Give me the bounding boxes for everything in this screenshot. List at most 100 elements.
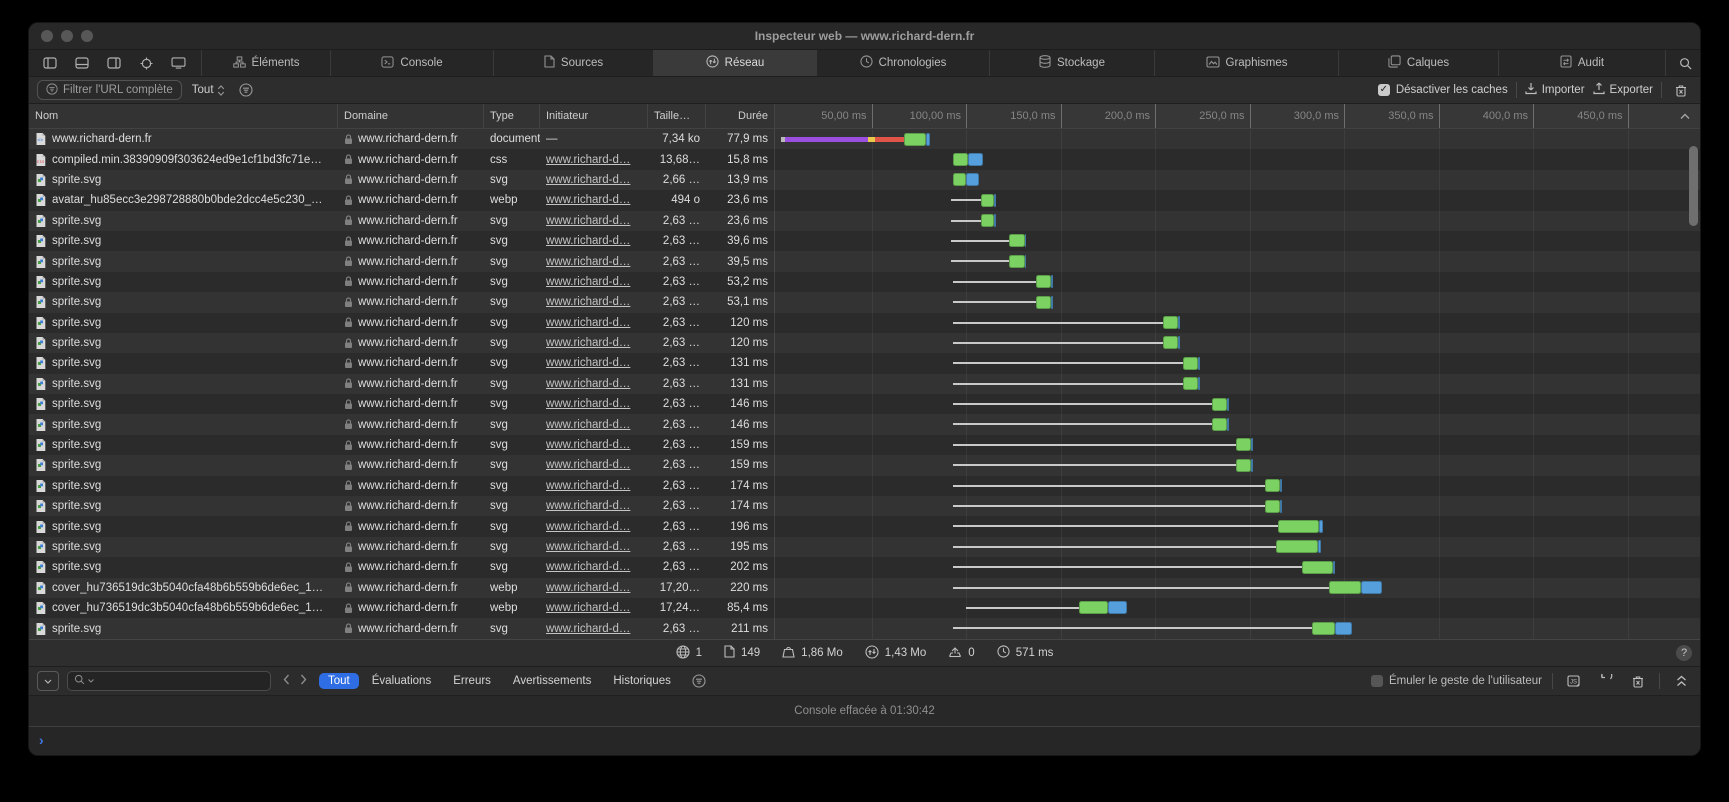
url-filter-input[interactable]: Filtrer l'URL complète — [37, 80, 182, 100]
clear-network-trash-icon[interactable] — [1670, 80, 1692, 100]
request-initiator[interactable]: www.richard-d… — [546, 521, 630, 533]
column-header-name[interactable]: Nom — [29, 104, 338, 128]
network-request-row[interactable]: sprite.svgwww.richard-dern.frsvgwww.rich… — [29, 537, 1700, 557]
tab-timelines[interactable]: Chronologies — [816, 50, 989, 76]
network-request-row[interactable]: sprite.svgwww.richard-dern.frsvgwww.rich… — [29, 313, 1700, 333]
request-initiator[interactable]: www.richard-d… — [546, 256, 630, 268]
network-request-row[interactable]: sprite.svgwww.richard-dern.frsvgwww.rich… — [29, 394, 1700, 414]
element-picker-icon[interactable] — [135, 53, 157, 73]
tab-elements[interactable]: Éléments — [201, 50, 330, 76]
export-button[interactable]: Exporter — [1593, 82, 1653, 98]
request-initiator[interactable]: www.richard-d… — [546, 480, 630, 492]
network-request-row[interactable]: sprite.svgwww.richard-dern.frsvgwww.rich… — [29, 435, 1700, 455]
dock-bottom-icon[interactable] — [71, 53, 93, 73]
network-request-row[interactable]: sprite.svgwww.richard-dern.frsvgwww.rich… — [29, 618, 1700, 638]
request-initiator[interactable]: www.richard-d… — [546, 623, 630, 635]
column-header-size[interactable]: Taille… — [648, 104, 706, 128]
request-initiator[interactable]: www.richard-d… — [546, 398, 630, 410]
collapse-waterfall-chevron-icon[interactable] — [1680, 104, 1690, 128]
request-initiator[interactable]: www.richard-d… — [546, 500, 630, 512]
request-initiator[interactable]: www.richard-d… — [546, 561, 630, 573]
console-search-input[interactable] — [67, 671, 271, 691]
request-initiator[interactable]: www.richard-d… — [546, 459, 630, 471]
console-scope-évaluations[interactable]: Évaluations — [363, 673, 440, 689]
vertical-scrollbar[interactable] — [1689, 146, 1698, 226]
resource-type-dropdown[interactable]: Tout — [192, 84, 225, 96]
gear-icon[interactable] — [1700, 53, 1701, 73]
console-mode-dropdown[interactable] — [37, 671, 59, 691]
network-request-row[interactable]: sprite.svgwww.richard-dern.frsvgwww.rich… — [29, 374, 1700, 394]
request-initiator[interactable]: www.richard-d… — [546, 357, 630, 369]
zoom-window-button[interactable] — [81, 30, 93, 42]
tab-graphics[interactable]: Graphismes — [1154, 50, 1338, 76]
request-initiator[interactable]: www.richard-d… — [546, 582, 630, 594]
network-request-row[interactable]: csscompiled.min.38390909f303624ed9e1cf1b… — [29, 149, 1700, 169]
tab-sources[interactable]: Sources — [493, 50, 653, 76]
network-request-row[interactable]: sprite.svgwww.richard-dern.frsvgwww.rich… — [29, 211, 1700, 231]
column-header-type[interactable]: Type — [484, 104, 540, 128]
clear-console-trash-icon[interactable] — [1627, 671, 1649, 691]
emulate-user-gesture-checkbox[interactable]: Émuler le geste de l'utilisateur — [1371, 675, 1542, 687]
tab-layers[interactable]: Calques — [1338, 50, 1498, 76]
network-request-row[interactable]: cover_hu736519dc3b5040cfa48b6b559b6de6ec… — [29, 598, 1700, 618]
network-request-row[interactable]: sprite.svgwww.richard-dern.frsvgwww.rich… — [29, 353, 1700, 373]
network-request-row[interactable]: sprite.svgwww.richard-dern.frsvgwww.rich… — [29, 557, 1700, 577]
dock-right-icon[interactable] — [103, 53, 125, 73]
request-initiator[interactable]: www.richard-d… — [546, 439, 630, 451]
request-initiator[interactable]: www.richard-d… — [546, 602, 630, 614]
network-request-row[interactable]: sprite.svgwww.richard-dern.frsvgwww.rich… — [29, 516, 1700, 536]
request-initiator[interactable]: www.richard-d… — [546, 276, 630, 288]
request-initiator[interactable]: www.richard-d… — [546, 154, 630, 166]
request-initiator[interactable]: www.richard-d… — [546, 174, 630, 186]
run-javascript-icon[interactable]: JS — [1563, 671, 1585, 691]
network-request-row[interactable]: <>www.richard-dern.frwww.richard-dern.fr… — [29, 129, 1700, 149]
console-prompt[interactable]: › — [29, 727, 1700, 753]
tab-audit[interactable]: Audit — [1498, 50, 1665, 76]
import-button[interactable]: Importer — [1525, 82, 1585, 98]
next-result-button[interactable] — [300, 674, 307, 688]
network-request-row[interactable]: sprite.svgwww.richard-dern.frsvgwww.rich… — [29, 292, 1700, 312]
network-request-row[interactable]: avatar_hu85ecc3e298728880b0bde2dcc4e5c23… — [29, 190, 1700, 210]
console-scope-tout[interactable]: Tout — [319, 673, 359, 689]
close-window-button[interactable] — [41, 30, 53, 42]
network-request-row[interactable]: sprite.svgwww.richard-dern.frsvgwww.rich… — [29, 170, 1700, 190]
request-initiator[interactable]: www.richard-d… — [546, 296, 630, 308]
help-button[interactable]: ? — [1676, 645, 1692, 661]
request-initiator[interactable]: www.richard-d… — [546, 194, 630, 206]
network-request-row[interactable]: sprite.svgwww.richard-dern.frsvgwww.rich… — [29, 476, 1700, 496]
network-request-row[interactable]: sprite.svgwww.richard-dern.frsvgwww.rich… — [29, 272, 1700, 292]
console-scope-erreurs[interactable]: Erreurs — [444, 673, 500, 689]
console-scope-avertissements[interactable]: Avertissements — [504, 673, 600, 689]
tab-storage[interactable]: Stockage — [989, 50, 1154, 76]
column-header-domain[interactable]: Domaine — [338, 104, 484, 128]
request-initiator[interactable]: www.richard-d… — [546, 541, 630, 553]
network-request-row[interactable]: sprite.svgwww.richard-dern.frsvgwww.rich… — [29, 333, 1700, 353]
network-request-row[interactable]: sprite.svgwww.richard-dern.frsvgwww.rich… — [29, 496, 1700, 516]
device-icon[interactable] — [167, 53, 189, 73]
tab-network[interactable]: Réseau — [653, 50, 816, 76]
column-header-initiator[interactable]: Initiateur — [540, 104, 648, 128]
expand-console-icon[interactable] — [1670, 671, 1692, 691]
previous-result-button[interactable] — [283, 674, 290, 688]
tab-console[interactable]: Console — [330, 50, 493, 76]
request-initiator[interactable]: www.richard-d… — [546, 235, 630, 247]
network-request-row[interactable]: sprite.svgwww.richard-dern.frsvgwww.rich… — [29, 251, 1700, 271]
request-initiator[interactable]: www.richard-d… — [546, 378, 630, 390]
network-request-row[interactable]: sprite.svgwww.richard-dern.frsvgwww.rich… — [29, 231, 1700, 251]
disable-caches-checkbox[interactable]: ✓ Désactiver les caches — [1378, 84, 1508, 96]
request-initiator[interactable]: www.richard-d… — [546, 419, 630, 431]
network-request-row[interactable]: sprite.svgwww.richard-dern.frsvgwww.rich… — [29, 414, 1700, 434]
refresh-icon[interactable] — [1595, 671, 1617, 691]
request-initiator[interactable]: www.richard-d… — [546, 215, 630, 227]
console-scope-historiques[interactable]: Historiques — [604, 673, 680, 689]
column-header-duration[interactable]: Durée — [706, 104, 775, 128]
minimize-window-button[interactable] — [61, 30, 73, 42]
request-initiator[interactable]: www.richard-d… — [546, 317, 630, 329]
filter-options-icon[interactable] — [235, 80, 257, 100]
network-request-row[interactable]: cover_hu736519dc3b5040cfa48b6b559b6de6ec… — [29, 578, 1700, 598]
console-filter-icon[interactable] — [688, 671, 710, 691]
network-request-row[interactable]: sprite.svgwww.richard-dern.frsvgwww.rich… — [29, 455, 1700, 475]
request-initiator[interactable]: www.richard-d… — [546, 337, 630, 349]
search-icon[interactable] — [1674, 53, 1696, 73]
dock-left-icon[interactable] — [39, 53, 61, 73]
